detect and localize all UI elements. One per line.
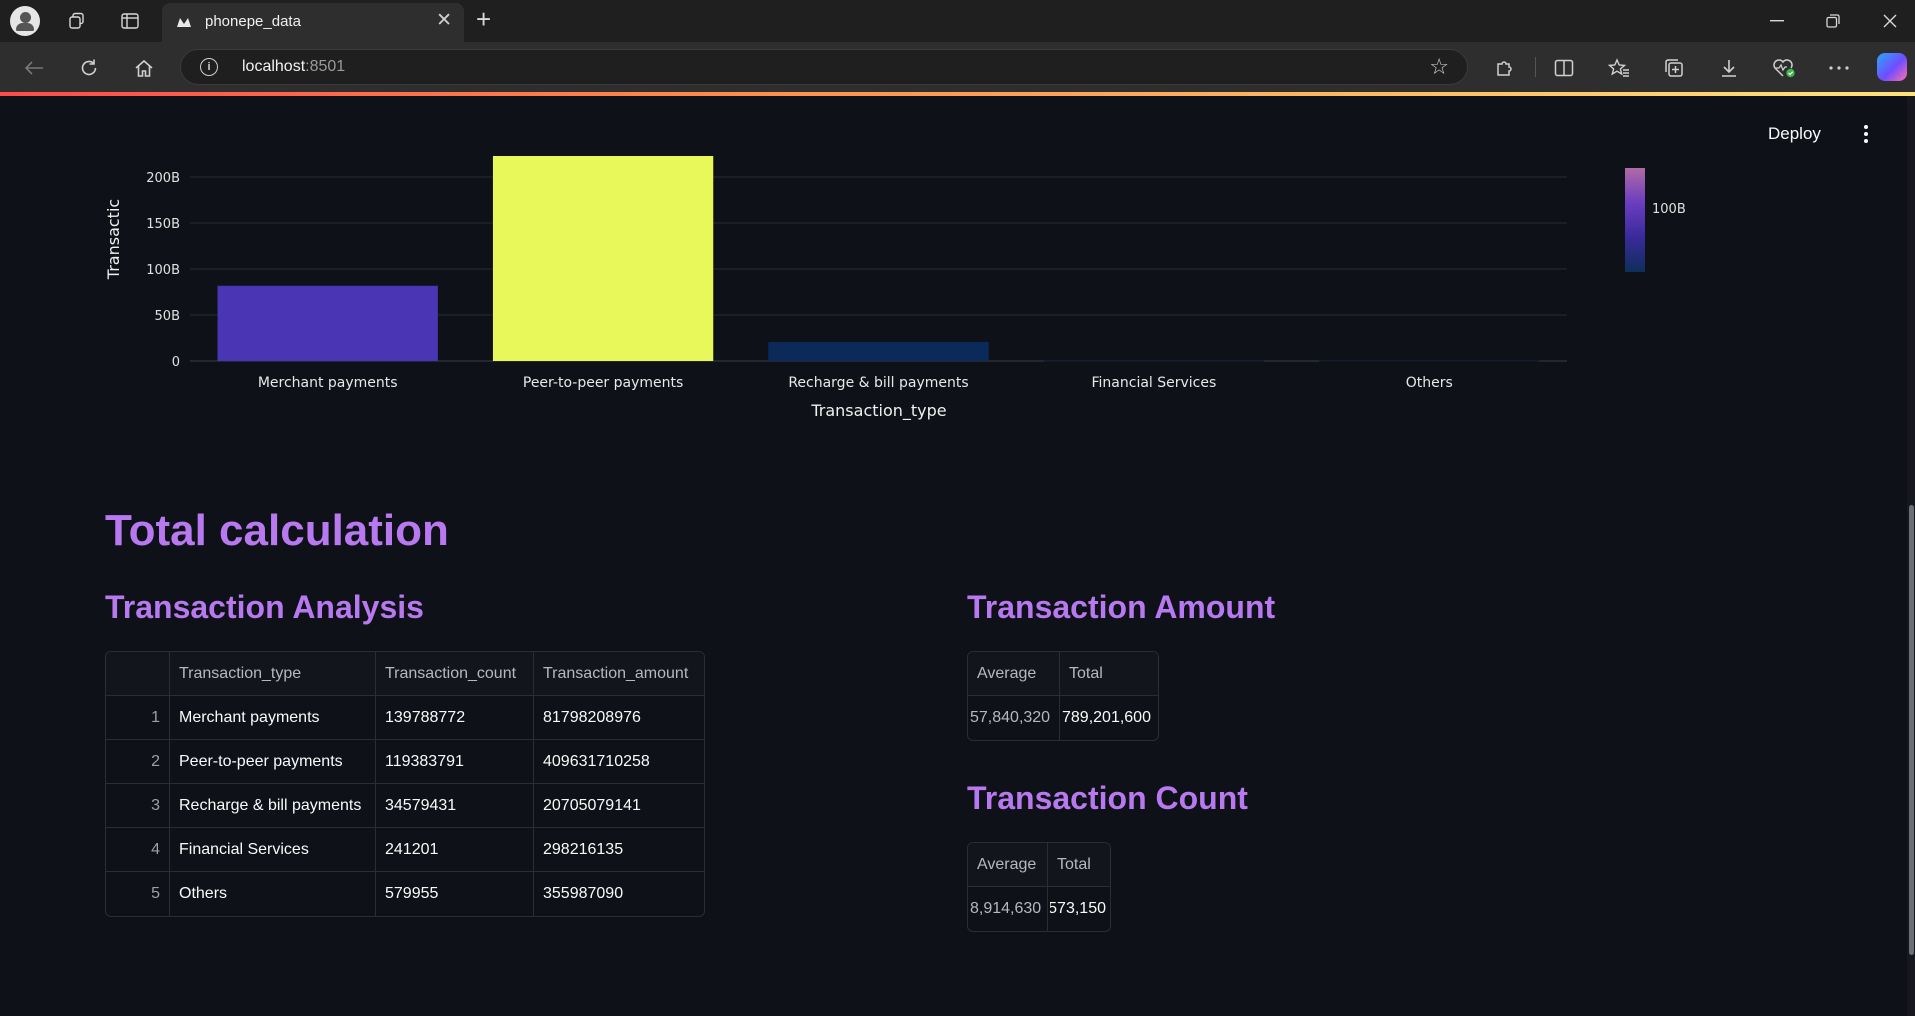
cell-transaction-type[interactable]: Others [170,872,376,916]
x-tick-label: Others [1406,375,1453,391]
cell-transaction-amount[interactable]: 20705079141 [534,784,704,828]
close-tab-icon[interactable]: ✕ [436,9,452,32]
table-row[interactable]: 8,914,630 573,150 [968,887,1110,931]
cell-transaction-type[interactable]: Peer-to-peer payments [170,740,376,784]
deploy-button[interactable]: Deploy [1768,124,1821,144]
colorbar [1625,168,1645,272]
column-header-average[interactable]: Average [968,843,1048,887]
streamlit-app: Deploy 0 50B 100B 150B 200B Merchant payment… [0,96,1915,1016]
cell-transaction-amount[interactable]: 409631710258 [534,740,704,784]
table-row[interactable]: 3 Recharge & bill payments 34579431 2070… [106,784,704,828]
main-menu-icon[interactable] [1858,122,1874,146]
y-tick-label: 200B [146,171,180,186]
transaction-count-heading: Transaction Count [967,780,1248,816]
table-row[interactable]: 1 Merchant payments 139788772 8179820897… [106,696,704,740]
x-tick-label: Peer-to-peer payments [523,375,683,391]
table-row[interactable]: 57,840,320 789,201,600 [968,696,1158,740]
cell-transaction-type[interactable]: Merchant payments [170,696,376,740]
favorite-star-icon[interactable]: ☆ [1429,54,1449,80]
column-header-transaction-amount[interactable]: Transaction_amount [534,652,704,696]
cell-total[interactable]: 789,201,600 [1060,696,1158,740]
table-row[interactable]: 5 Others 579955 355987090 [106,872,704,916]
home-icon[interactable] [128,52,160,84]
url-text: localhost:8501 [242,58,346,75]
address-bar-row: i localhost:8501 ☆ [0,42,1915,92]
row-index: 2 [106,740,170,784]
back-arrow-icon[interactable] [18,52,50,84]
y-axis-title: Transactic [104,199,123,280]
cell-transaction-amount[interactable]: 355987090 [534,872,704,916]
bar-peer-to-peer-payments[interactable] [492,156,714,361]
y-tick-label: 150B [146,217,180,232]
cell-transaction-count[interactable]: 241201 [376,828,534,872]
workspaces-icon[interactable] [62,6,92,36]
cell-transaction-count[interactable]: 119383791 [376,740,534,784]
cell-average[interactable]: 8,914,630 [968,887,1048,931]
row-index: 4 [106,828,170,872]
profile-avatar-icon[interactable] [10,6,40,36]
transaction-count-table[interactable]: Average Total 8,914,630 573,150 [967,842,1111,932]
colorbar-tick-label: 100B [1652,202,1686,217]
minimize-icon[interactable] [1757,6,1797,36]
transaction-amount-heading: Transaction Amount [967,589,1276,625]
favorites-icon[interactable] [1603,52,1635,84]
cell-transaction-type[interactable]: Recharge & bill payments [170,784,376,828]
cell-transaction-count[interactable]: 579955 [376,872,534,916]
row-index: 3 [106,784,170,828]
toolbar-divider [1535,57,1536,77]
row-index: 5 [106,872,170,916]
restore-icon[interactable] [1813,6,1853,36]
transaction-bar-chart: 0 50B 100B 150B 200B Merchant payments Peer-t… [104,156,1567,421]
row-index: 1 [106,696,170,740]
y-tick-label: 50B [155,309,180,324]
table-row[interactable]: 4 Financial Services 241201 298216135 [106,828,704,872]
y-tick-label: 100B [146,263,180,278]
cell-transaction-count[interactable]: 139788772 [376,696,534,740]
collections-icon[interactable] [1658,52,1690,84]
downloads-icon[interactable] [1713,52,1745,84]
column-header-total[interactable]: Total [1048,843,1110,887]
new-tab-icon[interactable]: + [476,4,491,35]
streamlit-favicon-icon [177,18,191,27]
site-info-icon[interactable]: i [200,58,218,76]
x-tick-label: Merchant payments [258,375,398,391]
settings-more-icon[interactable] [1823,52,1855,84]
close-window-icon[interactable] [1870,6,1910,36]
browser-tab-bar: phonepe_data ✕ + [0,0,1915,42]
tab-title: phonepe_data [205,13,301,30]
cell-transaction-amount[interactable]: 298216135 [534,828,704,872]
cell-transaction-count[interactable]: 34579431 [376,784,534,828]
bar-merchant-payments[interactable] [217,285,438,361]
index-header[interactable] [106,652,170,696]
extensions-icon[interactable] [1488,52,1520,84]
column-header-transaction-count[interactable]: Transaction_count [376,652,534,696]
bar-recharge-bill-payments[interactable] [768,341,989,361]
transaction-analysis-heading: Transaction Analysis [105,589,424,625]
copilot-icon[interactable] [1877,53,1907,81]
tab-phonepe-data[interactable]: phonepe_data ✕ [162,3,464,42]
x-tick-label: Financial Services [1092,375,1217,391]
cell-transaction-amount[interactable]: 81798208976 [534,696,704,740]
column-header-transaction-type[interactable]: Transaction_type [170,652,376,696]
split-screen-icon[interactable] [1548,52,1580,84]
address-bar[interactable]: i localhost:8501 ☆ [180,49,1468,85]
transaction-amount-table[interactable]: Average Total 57,840,320 789,201,600 [967,651,1159,741]
page-scrollbar-thumb[interactable] [1909,505,1914,955]
bar-financial-services[interactable] [1043,360,1265,362]
bar-others[interactable] [1319,360,1540,362]
cell-average[interactable]: 57,840,320 [968,696,1060,740]
x-tick-label: Recharge & bill payments [788,375,968,391]
column-header-total[interactable]: Total [1060,652,1158,696]
column-header-average[interactable]: Average [968,652,1060,696]
vertical-tabs-icon[interactable] [115,6,145,36]
cell-transaction-type[interactable]: Financial Services [170,828,376,872]
refresh-icon[interactable] [73,52,105,84]
total-calculation-heading: Total calculation [105,506,449,555]
table-row[interactable]: 2 Peer-to-peer payments 119383791 409631… [106,740,704,784]
transaction-analysis-table[interactable]: Transaction_type Transaction_count Trans… [105,651,705,917]
y-tick-label: 0 [172,355,180,370]
x-axis-title: Transaction_type [810,401,946,421]
browser-essentials-icon[interactable] [1768,52,1800,84]
cell-total[interactable]: 573,150 [1048,887,1110,931]
